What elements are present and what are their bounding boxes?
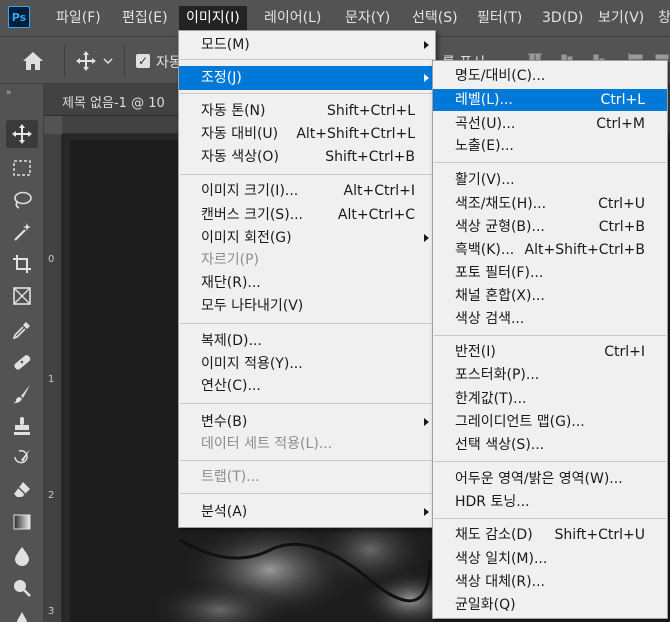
menu-item-hue-saturation[interactable]: 색조/채도(H)... Ctrl+U bbox=[433, 193, 667, 215]
menu-item-image-rotation[interactable]: 이미지 회전(G) bbox=[179, 227, 435, 249]
menu-item-curves[interactable]: 곡선(U)... Ctrl+M bbox=[433, 113, 667, 135]
menu-item-black-white[interactable]: 흑백(K)... Alt+Shift+Ctrl+B bbox=[433, 239, 667, 261]
menu-separator bbox=[434, 518, 666, 519]
brush-tool-icon[interactable] bbox=[6, 380, 38, 408]
menu-item-color-lookup[interactable]: 색상 검색... bbox=[433, 308, 667, 330]
menu-separator bbox=[434, 461, 666, 462]
lasso-tool-icon[interactable] bbox=[6, 186, 38, 214]
menu-separator bbox=[180, 323, 434, 324]
menu-item-shadows-highlights[interactable]: 어두운 영역/밝은 영역(W)... bbox=[433, 468, 667, 490]
home-icon[interactable] bbox=[20, 49, 46, 73]
menu-separator bbox=[180, 93, 434, 94]
options-divider bbox=[64, 45, 65, 77]
menu-filter[interactable]: 필터(T) bbox=[475, 8, 524, 28]
menu-item-brightness-contrast[interactable]: 명도/대비(C)... bbox=[433, 65, 667, 87]
menu-file[interactable]: 파일(F) bbox=[54, 8, 103, 28]
menu-separator bbox=[180, 460, 434, 461]
menu-item-desaturate[interactable]: 채도 감소(D) Shift+Ctrl+U bbox=[433, 524, 667, 546]
ruler-tick-label: 1 bbox=[48, 374, 55, 385]
menu-item-equalize[interactable]: 균일화(Q) bbox=[433, 594, 667, 616]
menu-item-gradient-map[interactable]: 그레이디언트 맵(G)... bbox=[433, 411, 667, 433]
magic-wand-tool-icon[interactable] bbox=[6, 218, 38, 246]
ruler-tick-label: 3 bbox=[48, 606, 55, 617]
menu-item-vibrance[interactable]: 활기(V)... bbox=[433, 169, 667, 191]
collapse-panel-icon[interactable]: » bbox=[6, 88, 12, 98]
menu-item-apply-data-set[interactable]: 데이터 세트 적용(L)... bbox=[179, 433, 435, 455]
ruler-tick-label: 0 bbox=[48, 254, 55, 265]
menu-separator bbox=[180, 403, 434, 404]
menu-separator bbox=[434, 162, 666, 163]
gradient-tool-icon[interactable] bbox=[6, 508, 38, 536]
blur-tool-icon[interactable] bbox=[6, 542, 38, 570]
menu-image[interactable]: 이미지(I) bbox=[179, 6, 247, 30]
menu-item-auto-color[interactable]: 자동 색상(O) Shift+Ctrl+B bbox=[179, 146, 435, 168]
menu-item-exposure[interactable]: 노출(E)... bbox=[433, 135, 667, 157]
submenu-arrow-icon bbox=[424, 508, 429, 516]
menu-item-channel-mixer[interactable]: 채널 혼합(X)... bbox=[433, 285, 667, 307]
ruler-tick-label: 2 bbox=[48, 490, 55, 501]
options-divider bbox=[124, 45, 125, 77]
menu-item-calculations[interactable]: 연산(C)... bbox=[179, 375, 435, 397]
menu-item-threshold[interactable]: 한계값(T)... bbox=[433, 388, 667, 410]
healing-brush-tool-icon[interactable] bbox=[6, 348, 38, 376]
eyedropper-tool-icon[interactable] bbox=[6, 316, 38, 344]
menu-item-selective-color[interactable]: 선택 색상(S)... bbox=[433, 434, 667, 456]
menu-item-duplicate[interactable]: 복제(D)... bbox=[179, 330, 435, 352]
photoshop-logo[interactable]: Ps bbox=[8, 6, 30, 28]
menu-separator bbox=[180, 59, 434, 60]
menu-window[interactable]: 창 bbox=[656, 8, 670, 28]
menu-3d[interactable]: 3D(D) bbox=[540, 8, 585, 28]
menu-item-crop[interactable]: 자르기(P) bbox=[179, 249, 435, 271]
submenu-arrow-icon bbox=[424, 418, 429, 426]
menu-item-adjustments[interactable]: 조정(J) bbox=[179, 66, 435, 90]
menu-item-variables[interactable]: 변수(B) bbox=[179, 411, 435, 433]
menu-layer[interactable]: 레이어(L) bbox=[262, 8, 323, 28]
eraser-tool-icon[interactable] bbox=[6, 476, 38, 504]
document-tab-title: 제목 없음-1 @ 10 bbox=[62, 96, 165, 111]
menu-item-photo-filter[interactable]: 포토 필터(F)... bbox=[433, 262, 667, 284]
move-tool-preset-icon[interactable] bbox=[74, 49, 114, 73]
menu-item-trim[interactable]: 재단(R)... bbox=[179, 272, 435, 294]
menu-item-match-color[interactable]: 색상 일치(M)... bbox=[433, 548, 667, 570]
move-tool-icon[interactable] bbox=[6, 120, 38, 148]
pen-tool-icon[interactable] bbox=[6, 606, 38, 622]
clone-stamp-tool-icon[interactable] bbox=[6, 412, 38, 440]
menu-item-color-balance[interactable]: 색상 균형(B)... Ctrl+B bbox=[433, 216, 667, 238]
submenu-arrow-icon bbox=[424, 234, 429, 242]
adjustments-submenu: 명도/대비(C)... 레벨(L)... Ctrl+L 곡선(U)... Ctrl+… bbox=[432, 60, 668, 619]
menu-separator bbox=[180, 174, 434, 175]
menu-item-posterize[interactable]: 포스터화(P)... bbox=[433, 364, 667, 386]
menu-item-levels[interactable]: 레벨(L)... Ctrl+L bbox=[433, 89, 667, 111]
menu-item-auto-contrast[interactable]: 자동 대비(U) Alt+Shift+Ctrl+L bbox=[179, 123, 435, 145]
menu-item-canvas-size[interactable]: 캔버스 크기(S)... Alt+Ctrl+C bbox=[179, 204, 435, 226]
menu-item-replace-color[interactable]: 색상 대체(R)... bbox=[433, 571, 667, 593]
auto-select-checkbox[interactable]: ✓ bbox=[136, 54, 150, 68]
menu-item-apply-image[interactable]: 이미지 적용(Y)... bbox=[179, 353, 435, 375]
marquee-tool-icon[interactable] bbox=[6, 154, 38, 182]
menu-item-trap[interactable]: 트랩(T)... bbox=[179, 466, 435, 488]
tools-panel: » bbox=[0, 84, 44, 622]
frame-tool-icon[interactable] bbox=[6, 282, 38, 310]
menu-item-reveal-all[interactable]: 모두 나타내기(V) bbox=[179, 295, 435, 317]
submenu-arrow-icon bbox=[424, 41, 429, 49]
menu-view[interactable]: 보기(V) bbox=[596, 8, 646, 28]
menu-item-mode[interactable]: 모드(M) bbox=[179, 34, 435, 56]
menu-item-auto-tone[interactable]: 자동 톤(N) Shift+Ctrl+L bbox=[179, 100, 435, 122]
menu-type[interactable]: 문자(Y) bbox=[343, 8, 392, 28]
menu-separator bbox=[434, 335, 666, 336]
dodge-tool-icon[interactable] bbox=[6, 574, 38, 602]
menu-separator bbox=[180, 493, 434, 494]
history-brush-tool-icon[interactable] bbox=[6, 444, 38, 472]
menu-edit[interactable]: 편집(E) bbox=[120, 8, 170, 28]
menu-item-hdr-toning[interactable]: HDR 토닝... bbox=[433, 491, 667, 513]
menu-item-image-size[interactable]: 이미지 크기(I)... Alt+Ctrl+I bbox=[179, 180, 435, 202]
menu-select[interactable]: 선택(S) bbox=[410, 8, 460, 28]
menu-item-analysis[interactable]: 분석(A) bbox=[179, 501, 435, 523]
vertical-ruler[interactable]: 0 1 2 3 bbox=[44, 134, 62, 622]
image-menu: 모드(M) 조정(J) 자동 톤(N) Shift+Ctrl+L 자동 대비(U)… bbox=[178, 30, 436, 528]
crop-tool-icon[interactable] bbox=[6, 250, 38, 278]
submenu-arrow-icon bbox=[424, 74, 429, 82]
menu-item-invert[interactable]: 반전(I) Ctrl+I bbox=[433, 341, 667, 363]
